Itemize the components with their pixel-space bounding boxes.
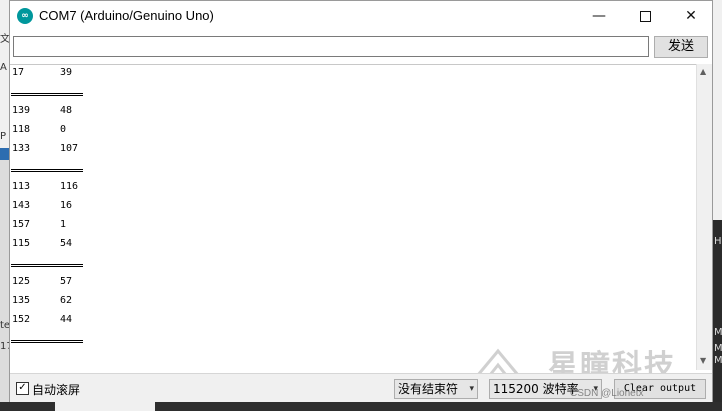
output-value: 107 — [60, 143, 79, 154]
output-value: 152 — [12, 314, 31, 325]
output-value: 48 — [60, 105, 73, 116]
output-value: 1 — [60, 219, 67, 230]
window-title: COM7 (Arduino/Genuino Uno) — [39, 8, 214, 23]
background-right-window: H M M M — [713, 0, 722, 411]
bg-text-fragment: 文 — [0, 34, 9, 45]
scroll-up-arrow-icon[interactable]: ▲ — [700, 67, 706, 76]
background-bottom-strip — [0, 402, 722, 411]
minimize-button[interactable]: — — [576, 1, 622, 31]
output-value: 118 — [12, 124, 31, 135]
output-value: 44 — [60, 314, 73, 325]
output-value: 133 — [12, 143, 31, 154]
output-value: 125 — [12, 276, 31, 287]
output-value: 157 — [12, 219, 31, 230]
baud-rate-value: 115200 波特率 — [493, 382, 579, 396]
output-value: 54 — [60, 238, 73, 249]
chevron-down-icon: ▾ — [469, 384, 474, 394]
csdn-watermark: CSDN @Lionetx — [570, 388, 644, 399]
bg-panel — [713, 0, 722, 220]
output-value: 116 — [60, 181, 79, 192]
output-value: 113 — [12, 181, 31, 192]
vertical-scrollbar[interactable]: ▲ ▼ — [696, 64, 712, 370]
title-bar[interactable]: ∞ COM7 (Arduino/Genuino Uno) — ✕ — [10, 1, 712, 31]
autoscroll-label: 自动滚屏 — [32, 383, 81, 397]
close-button[interactable]: ✕ — [668, 1, 714, 31]
output-value: 16 — [60, 200, 73, 211]
line-ending-value: 没有结束符 — [398, 382, 459, 396]
bg-panel — [55, 402, 155, 411]
bg-text-fragment: te — [0, 320, 9, 331]
serial-output[interactable]: 17 39 139 48 118 0 133 107 113 116 143 16 157 1 115 54 1… — [10, 64, 696, 371]
bg-panel — [0, 160, 9, 410]
bg-text-fragment: M — [714, 355, 722, 366]
bg-text-fragment: 17 — [0, 341, 9, 352]
separator-line — [11, 169, 83, 172]
separator-line — [11, 264, 83, 267]
serial-monitor-window: ∞ COM7 (Arduino/Genuino Uno) — ✕ 发送 17 39… — [9, 0, 713, 402]
output-value: 62 — [60, 295, 73, 306]
separator-line — [11, 93, 83, 96]
output-value: 115 — [12, 238, 31, 249]
output-value: 139 — [12, 105, 31, 116]
separator-line — [11, 340, 83, 343]
bg-text-fragment: M — [714, 327, 722, 338]
output-value: 143 — [12, 200, 31, 211]
maximize-button[interactable] — [622, 1, 668, 31]
output-value: 57 — [60, 276, 73, 287]
send-button[interactable]: 发送 — [654, 36, 708, 58]
send-input[interactable] — [13, 36, 649, 57]
output-value: 135 — [12, 295, 31, 306]
send-row: 发送 — [10, 35, 712, 61]
bg-text-fragment: M — [714, 343, 722, 354]
output-value: 0 — [60, 124, 67, 135]
bg-text-fragment: H — [714, 236, 722, 247]
output-value: 17 — [12, 67, 25, 78]
arduino-icon: ∞ — [17, 8, 33, 24]
autoscroll-checkbox[interactable]: ✓ — [16, 382, 29, 395]
bg-text-fragment: A — [0, 62, 7, 73]
output-value: 39 — [60, 67, 73, 78]
line-ending-select[interactable]: 没有结束符 ▾ — [394, 379, 478, 399]
bg-text-fragment: P — [0, 131, 7, 142]
maximize-icon — [639, 11, 651, 22]
